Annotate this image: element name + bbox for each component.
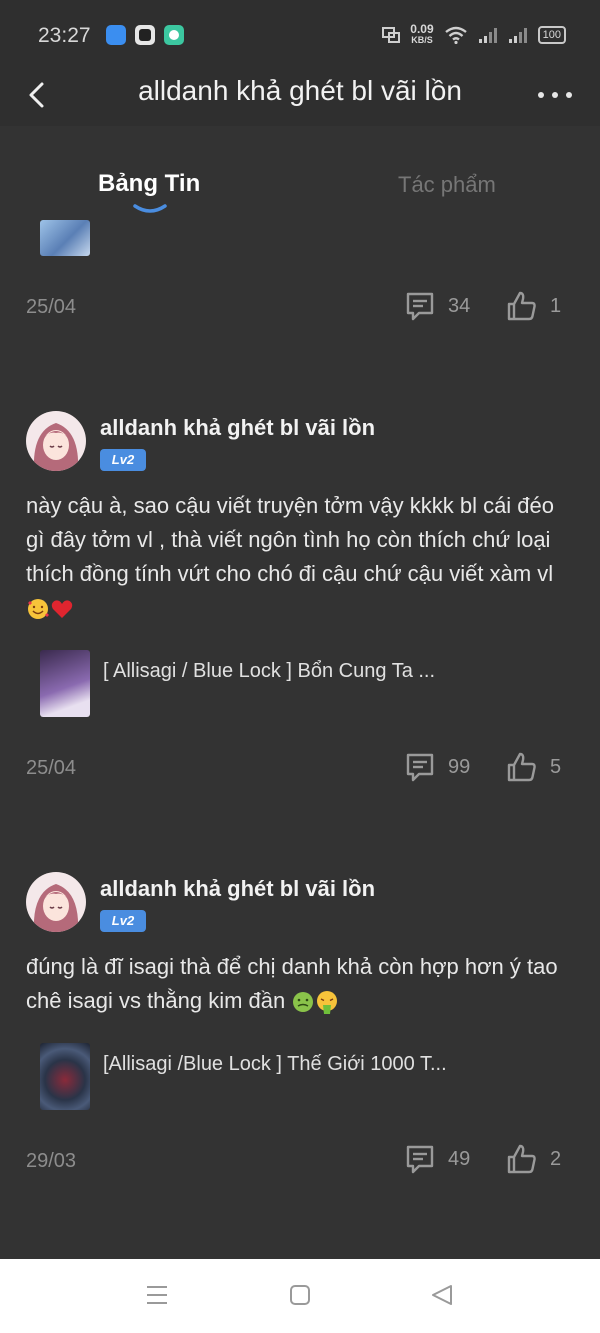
battery-indicator: 100 (537, 26, 566, 44)
triangle-back-icon (432, 1285, 452, 1305)
nauseated-face-icon (293, 992, 314, 1013)
anime-girl-avatar-icon (26, 411, 86, 471)
like-count: 1 (550, 294, 562, 317)
smiling-face-with-hearts-icon (28, 599, 49, 620)
author-name[interactable]: alldanh khả ghét bl vãi lồn (100, 876, 375, 902)
work-cover-thumbnail[interactable] (40, 220, 90, 256)
red-heart-icon (51, 600, 73, 619)
tab-news-feed[interactable]: Bảng Tin (98, 170, 200, 198)
net-speed-value: 0.09 (410, 22, 434, 36)
system-nav-bar (0, 1259, 600, 1333)
more-options-button[interactable] (538, 80, 572, 110)
tab-works[interactable]: Tác phẩm (398, 172, 496, 198)
recent-apps-button[interactable] (146, 1284, 168, 1311)
app-header: alldanh khả ghét bl vãi lồn (0, 64, 600, 126)
post-text-content: này cậu à, sao cậu viết truyện tởm vậy k… (26, 493, 555, 586)
net-speed: 0.09 KB/S (410, 22, 434, 46)
more-dot-icon (538, 92, 544, 98)
messenger-app-icon (164, 25, 184, 45)
status-right: 0.09 KB/S 100 (382, 22, 566, 46)
post-text: này cậu à, sao cậu viết truyện tởm vậy k… (26, 489, 574, 625)
like-count: 2 (550, 1147, 562, 1170)
comment-stat[interactable]: 99 (404, 751, 470, 783)
menu-lines-icon (147, 1286, 167, 1304)
thumbs-up-icon (507, 752, 536, 782)
comment-stat[interactable]: 49 (404, 1143, 470, 1175)
notes-app-icon (106, 25, 126, 45)
active-tab-indicator (133, 204, 167, 213)
work-cover-thumbnail[interactable] (40, 1043, 90, 1110)
level-badge: Lv2 (100, 449, 146, 471)
avatar[interactable] (26, 872, 86, 932)
comment-count: 34 (448, 294, 471, 317)
face-vomiting-icon (317, 991, 338, 1015)
author-name[interactable]: alldanh khả ghét bl vãi lồn (100, 415, 375, 441)
like-stat[interactable]: 2 (506, 1143, 561, 1175)
tab-bar: Bảng Tin Tác phẩm (0, 160, 600, 220)
comment-icon (406, 292, 434, 321)
status-bar: 23:27 0.09 KB/S 100 (0, 0, 600, 64)
thumbs-up-icon (507, 1144, 536, 1174)
square-icon (290, 1285, 310, 1305)
status-app-icons (106, 25, 184, 45)
avatar[interactable] (26, 411, 86, 471)
comment-count: 49 (448, 1147, 471, 1170)
back-nav-button[interactable] (430, 1284, 454, 1311)
post-date: 25/04 (26, 296, 77, 318)
anime-girl-avatar-icon (26, 872, 86, 932)
signal-2-icon (508, 28, 527, 43)
post-date: 29/03 (26, 1150, 77, 1172)
linked-work-title[interactable]: [Allisagi /Blue Lock ] Thế Giới 1000 T..… (103, 1053, 447, 1076)
post-date: 25/04 (26, 757, 77, 779)
comment-icon (406, 1145, 434, 1174)
level-badge: Lv2 (100, 910, 146, 932)
status-time: 23:27 (38, 24, 91, 47)
wifi-icon (444, 26, 467, 44)
thumbs-up-icon (507, 291, 536, 321)
screen-mirror-icon (382, 27, 401, 43)
home-button[interactable] (289, 1284, 311, 1311)
post-text: đúng là đĩ isagi thà để chị danh khả còn… (26, 950, 574, 1018)
page-title: alldanh khả ghét bl vãi lồn (138, 75, 462, 106)
more-dot-icon (566, 92, 572, 98)
like-stat[interactable]: 1 (506, 290, 561, 322)
like-stat[interactable]: 5 (506, 751, 561, 783)
linked-work-title[interactable]: [ Allisagi / Blue Lock ] Bổn Cung Ta ... (103, 660, 435, 683)
signal-1-icon (478, 28, 497, 43)
net-speed-unit: KB/S (411, 35, 433, 45)
comment-count: 99 (448, 755, 471, 778)
camera-app-icon (135, 25, 155, 45)
comment-icon (406, 753, 434, 782)
comment-stat[interactable]: 34 (404, 290, 470, 322)
like-count: 5 (550, 755, 562, 778)
work-cover-thumbnail[interactable] (40, 650, 90, 717)
more-dot-icon (552, 92, 558, 98)
